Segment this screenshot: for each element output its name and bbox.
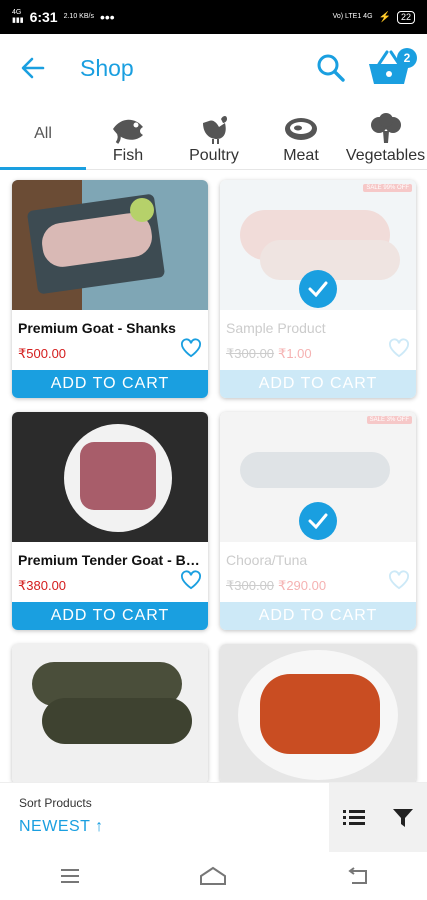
tab-all[interactable]: All	[0, 102, 86, 169]
product-image	[12, 644, 208, 784]
sort-bar: Sort Products NEWEST ↑	[0, 782, 427, 853]
search-icon[interactable]	[315, 52, 347, 84]
tab-label: All	[34, 124, 52, 142]
product-card[interactable]	[12, 644, 208, 784]
original-price: ₹300.00	[226, 346, 275, 361]
add-to-cart-button[interactable]: ADD TO CART	[12, 602, 208, 630]
home-icon[interactable]	[199, 866, 227, 886]
tab-label: Poultry	[189, 147, 239, 164]
add-to-cart-button[interactable]: ADD TO CART	[220, 602, 416, 630]
broccoli-icon	[370, 113, 401, 143]
list-view-icon[interactable]	[342, 809, 365, 827]
tab-meat[interactable]: Meat	[258, 102, 344, 169]
checkmark-icon	[299, 502, 337, 540]
current-price: ₹500.00	[18, 346, 67, 361]
page-title: Shop	[80, 54, 134, 81]
favorite-heart-icon[interactable]	[180, 570, 202, 592]
product-card[interactable]: Premium Tender Goat - Biry... ₹380.00 AD…	[12, 412, 208, 630]
product-image	[220, 644, 416, 784]
product-card[interactable]: SALE 99% OFF Sample Product ₹300.00 ₹1.00…	[220, 180, 416, 398]
clock: 6:31	[29, 9, 58, 25]
current-price: ₹380.00	[18, 578, 67, 593]
filter-icon[interactable]	[392, 807, 414, 829]
current-price: ₹290.00	[278, 578, 327, 593]
sale-tag: SALE 3% OFF	[366, 416, 412, 424]
category-tabs: All Fish Poultry Meat Vegetables	[0, 102, 427, 170]
network-indicator: Vo) LTE1 4G	[332, 13, 373, 20]
product-image: SALE 3% OFF	[220, 412, 416, 542]
favorite-heart-icon[interactable]	[180, 338, 202, 360]
back-arrow-icon[interactable]	[18, 53, 48, 83]
tab-label: Vegetables	[345, 147, 426, 164]
product-name: Choora/Tuna	[226, 552, 308, 568]
product-image: SALE 99% OFF	[220, 180, 416, 310]
fish-icon	[113, 119, 143, 144]
cart-button[interactable]: 2	[367, 48, 417, 88]
product-name: Premium Tender Goat - Biry...	[18, 552, 208, 568]
sort-label: Sort Products	[19, 796, 92, 810]
product-price: ₹500.00	[12, 340, 208, 362]
tab-vegetables[interactable]: Vegetables	[344, 102, 427, 169]
active-tab-indicator	[0, 167, 86, 170]
sort-dropdown[interactable]: NEWEST ↑	[19, 818, 104, 836]
product-card[interactable]: SALE 3% OFF Choora/Tuna ₹300.00 ₹290.00 A…	[220, 412, 416, 630]
product-name: Sample Product	[226, 320, 326, 336]
system-nav-bar	[0, 852, 427, 900]
product-price: ₹300.00 ₹290.00	[220, 572, 416, 594]
add-to-cart-button[interactable]: ADD TO CART	[220, 370, 416, 398]
product-card[interactable]: Premium Goat - Shanks ₹500.00 ADD TO CAR…	[12, 180, 208, 398]
product-price: ₹380.00	[12, 572, 208, 594]
original-price: ₹300.00	[226, 578, 275, 593]
app-bar: Shop 2	[0, 34, 427, 102]
product-image	[12, 180, 208, 310]
product-name: Premium Goat - Shanks	[18, 320, 176, 336]
view-controls	[329, 783, 427, 853]
signal-icon: 4G ▮▮▮	[12, 9, 24, 24]
add-to-cart-button[interactable]: ADD TO CART	[12, 370, 208, 398]
tab-poultry[interactable]: Poultry	[170, 102, 258, 169]
tab-fish[interactable]: Fish	[86, 102, 170, 169]
product-image	[12, 412, 208, 542]
battery-icon: 22	[396, 10, 415, 24]
more-icon: •••	[99, 9, 115, 25]
steak-icon	[285, 118, 317, 140]
checkmark-icon	[299, 270, 337, 308]
tab-label: Meat	[283, 147, 319, 164]
charging-icon: ⚡	[378, 11, 391, 23]
current-price: ₹1.00	[278, 346, 312, 361]
favorite-heart-icon[interactable]	[388, 570, 410, 592]
network-speed: 2.10 KB/s	[63, 13, 94, 20]
chicken-icon	[203, 116, 227, 144]
status-bar: 4G ▮▮▮ 6:31 2.10 KB/s ••• Vo) LTE1 4G ⚡ 2…	[0, 0, 427, 34]
product-card[interactable]	[220, 644, 416, 784]
sale-tag: SALE 99% OFF	[363, 184, 412, 192]
favorite-heart-icon[interactable]	[388, 338, 410, 360]
tab-label: Fish	[112, 147, 144, 164]
product-price: ₹300.00 ₹1.00	[220, 340, 416, 362]
back-icon[interactable]	[346, 867, 368, 885]
menu-icon[interactable]	[59, 868, 81, 884]
cart-count-badge: 2	[397, 48, 417, 68]
